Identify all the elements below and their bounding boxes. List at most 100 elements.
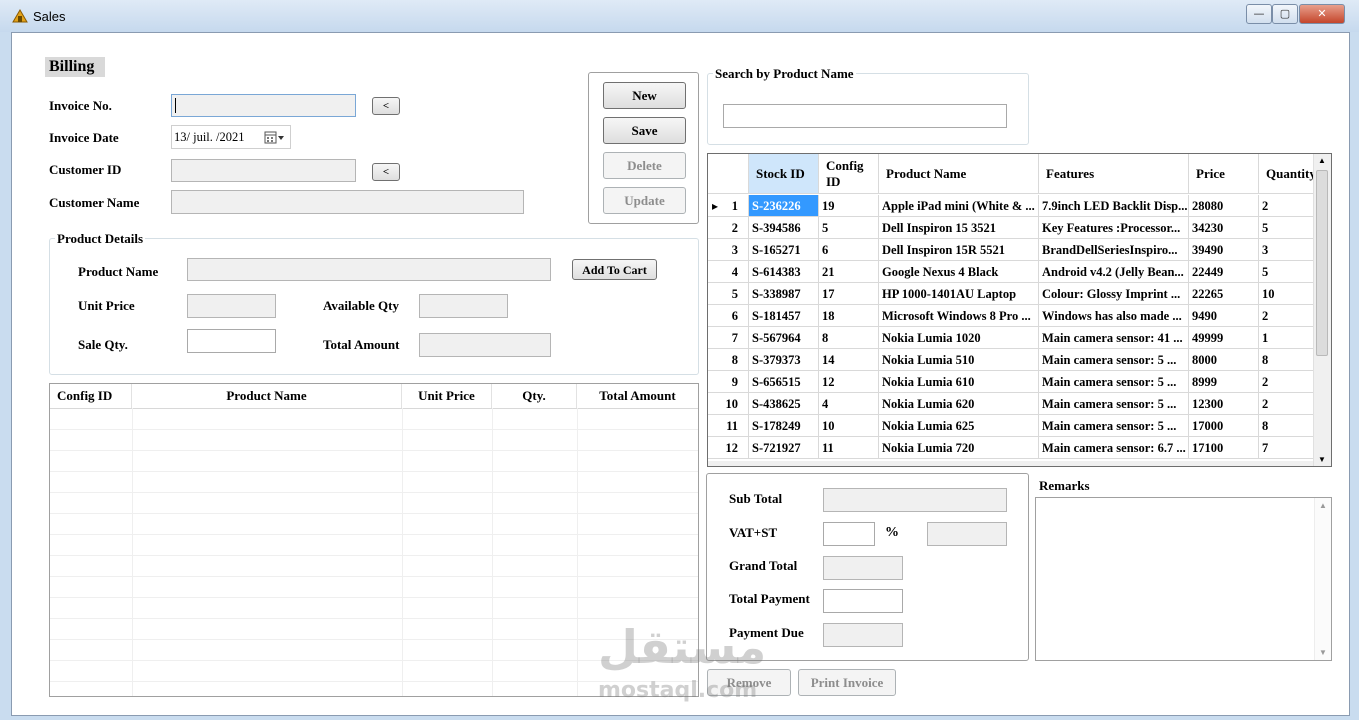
stock-row-header[interactable]: 4	[708, 261, 749, 283]
stock-cell-features[interactable]: Main camera sensor: 6.7 ...	[1039, 437, 1189, 459]
cart-col-product-name[interactable]: Product Name	[132, 384, 402, 408]
close-button[interactable]: ✕	[1299, 4, 1345, 24]
stock-cell-stock-id[interactable]: S-438625	[749, 393, 819, 415]
stock-cell-features[interactable]: Main camera sensor: 41 ...	[1039, 327, 1189, 349]
stock-cell-price[interactable]: 22265	[1189, 283, 1259, 305]
stock-col-features[interactable]: Features	[1039, 154, 1189, 194]
stock-cell-product-name[interactable]: Nokia Lumia 620	[879, 393, 1039, 415]
stock-row-header[interactable]: 7	[708, 327, 749, 349]
customer-name-input[interactable]	[171, 190, 524, 214]
stock-cell-quantity[interactable]: 1	[1259, 327, 1314, 349]
cart-col-qty[interactable]: Qty.	[492, 384, 577, 408]
stock-cell-config-id[interactable]: 11	[819, 437, 879, 459]
stock-cell-product-name[interactable]: Google Nexus 4 Black	[879, 261, 1039, 283]
stock-cell-config-id[interactable]: 19	[819, 195, 879, 217]
cart-col-unit-price[interactable]: Unit Price	[402, 384, 492, 408]
stock-cell-features[interactable]: Main camera sensor: 5 ...	[1039, 371, 1189, 393]
stock-row-header[interactable]: 8	[708, 349, 749, 371]
stock-cell-price[interactable]: 39490	[1189, 239, 1259, 261]
unit-price-input[interactable]	[187, 294, 276, 318]
invoice-date-picker[interactable]: 13/ juil. /2021	[171, 125, 291, 149]
stock-cell-quantity[interactable]: 10	[1259, 283, 1314, 305]
calendar-icon[interactable]	[264, 131, 286, 145]
new-button[interactable]: New	[603, 82, 686, 109]
stock-cell-config-id[interactable]: 4	[819, 393, 879, 415]
stock-cell-features[interactable]: BrandDellSeriesInspiro...	[1039, 239, 1189, 261]
scroll-thumb[interactable]	[1316, 170, 1328, 356]
stock-cell-stock-id[interactable]: S-614383	[749, 261, 819, 283]
cart-col-total-amount[interactable]: Total Amount	[577, 384, 698, 408]
stock-vertical-scrollbar[interactable]: ▲ ▼	[1313, 154, 1331, 466]
stock-cell-features[interactable]: 7.9inch LED Backlit Disp...	[1039, 195, 1189, 217]
stock-col-stock-id[interactable]: Stock ID	[749, 154, 819, 194]
stock-row-header[interactable]: 6	[708, 305, 749, 327]
stock-cell-product-name[interactable]: Nokia Lumia 720	[879, 437, 1039, 459]
stock-grid[interactable]: Stock ID Config ID Product Name Features…	[707, 153, 1332, 467]
sub-total-input[interactable]	[823, 488, 1007, 512]
stock-cell-stock-id[interactable]: S-236226	[749, 195, 819, 217]
stock-cell-quantity[interactable]: 3	[1259, 239, 1314, 261]
stock-cell-product-name[interactable]: Apple iPad mini (White & ...	[879, 195, 1039, 217]
add-to-cart-button[interactable]: Add To Cart	[572, 259, 657, 280]
invoice-no-input[interactable]	[171, 94, 356, 117]
stock-cell-product-name[interactable]: Nokia Lumia 610	[879, 371, 1039, 393]
stock-col-product-name[interactable]: Product Name	[879, 154, 1039, 194]
stock-cell-features[interactable]: Colour: Glossy Imprint ...	[1039, 283, 1189, 305]
title-bar[interactable]: Sales — ▢ ✕	[0, 0, 1359, 32]
stock-cell-config-id[interactable]: 18	[819, 305, 879, 327]
save-button[interactable]: Save	[603, 117, 686, 144]
stock-cell-stock-id[interactable]: S-656515	[749, 371, 819, 393]
invoice-browse-button[interactable]: <	[372, 97, 400, 115]
stock-cell-features[interactable]: Windows has also made ...	[1039, 305, 1189, 327]
stock-cell-price[interactable]: 17100	[1189, 437, 1259, 459]
stock-cell-features[interactable]: Main camera sensor: 5 ...	[1039, 415, 1189, 437]
stock-col-quantity[interactable]: Quantity	[1259, 154, 1316, 194]
product-name-input[interactable]	[187, 258, 551, 281]
remarks-scroll-up-icon[interactable]: ▲	[1319, 501, 1327, 510]
customer-id-input[interactable]	[171, 159, 356, 182]
stock-cell-price[interactable]: 28080	[1189, 195, 1259, 217]
stock-cell-stock-id[interactable]: S-567964	[749, 327, 819, 349]
stock-cell-features[interactable]: Key Features :Processor...	[1039, 217, 1189, 239]
stock-cell-quantity[interactable]: 5	[1259, 217, 1314, 239]
stock-cell-product-name[interactable]: Microsoft Windows 8 Pro ...	[879, 305, 1039, 327]
minimize-button[interactable]: —	[1246, 4, 1272, 24]
stock-row-header[interactable]: 9	[708, 371, 749, 393]
total-amount-input[interactable]	[419, 333, 551, 357]
stock-cell-config-id[interactable]: 6	[819, 239, 879, 261]
stock-cell-features[interactable]: Main camera sensor: 5 ...	[1039, 393, 1189, 415]
stock-cell-config-id[interactable]: 5	[819, 217, 879, 239]
stock-cell-product-name[interactable]: Nokia Lumia 510	[879, 349, 1039, 371]
stock-cell-config-id[interactable]: 17	[819, 283, 879, 305]
stock-cell-price[interactable]: 17000	[1189, 415, 1259, 437]
stock-cell-stock-id[interactable]: S-181457	[749, 305, 819, 327]
stock-col-config-id[interactable]: Config ID	[819, 154, 879, 194]
stock-col-price[interactable]: Price	[1189, 154, 1259, 194]
stock-cell-stock-id[interactable]: S-721927	[749, 437, 819, 459]
stock-cell-config-id[interactable]: 8	[819, 327, 879, 349]
stock-cell-quantity[interactable]: 8	[1259, 349, 1314, 371]
stock-cell-quantity[interactable]: 8	[1259, 415, 1314, 437]
stock-cell-config-id[interactable]: 10	[819, 415, 879, 437]
scroll-up-icon[interactable]: ▲	[1318, 156, 1326, 165]
stock-cell-config-id[interactable]: 14	[819, 349, 879, 371]
stock-row-header[interactable]: 3	[708, 239, 749, 261]
remarks-textarea[interactable]: ▲ ▼	[1035, 497, 1332, 661]
stock-cell-features[interactable]: Main camera sensor: 5 ...	[1039, 349, 1189, 371]
stock-cell-stock-id[interactable]: S-379373	[749, 349, 819, 371]
stock-cell-price[interactable]: 9490	[1189, 305, 1259, 327]
stock-cell-product-name[interactable]: Dell Inspiron 15R 5521	[879, 239, 1039, 261]
update-button[interactable]: Update	[603, 187, 686, 214]
stock-row-header[interactable]: 11	[708, 415, 749, 437]
stock-cell-product-name[interactable]: HP 1000-1401AU Laptop	[879, 283, 1039, 305]
remarks-scrollbar[interactable]: ▲ ▼	[1314, 498, 1331, 660]
stock-cell-features[interactable]: Android v4.2 (Jelly Bean...	[1039, 261, 1189, 283]
stock-cell-config-id[interactable]: 21	[819, 261, 879, 283]
stock-cell-quantity[interactable]: 5	[1259, 261, 1314, 283]
stock-cell-quantity[interactable]: 2	[1259, 393, 1314, 415]
stock-cell-config-id[interactable]: 12	[819, 371, 879, 393]
stock-cell-stock-id[interactable]: S-165271	[749, 239, 819, 261]
stock-cell-stock-id[interactable]: S-394586	[749, 217, 819, 239]
customer-browse-button[interactable]: <	[372, 163, 400, 181]
vat-percent-input[interactable]	[823, 522, 875, 546]
